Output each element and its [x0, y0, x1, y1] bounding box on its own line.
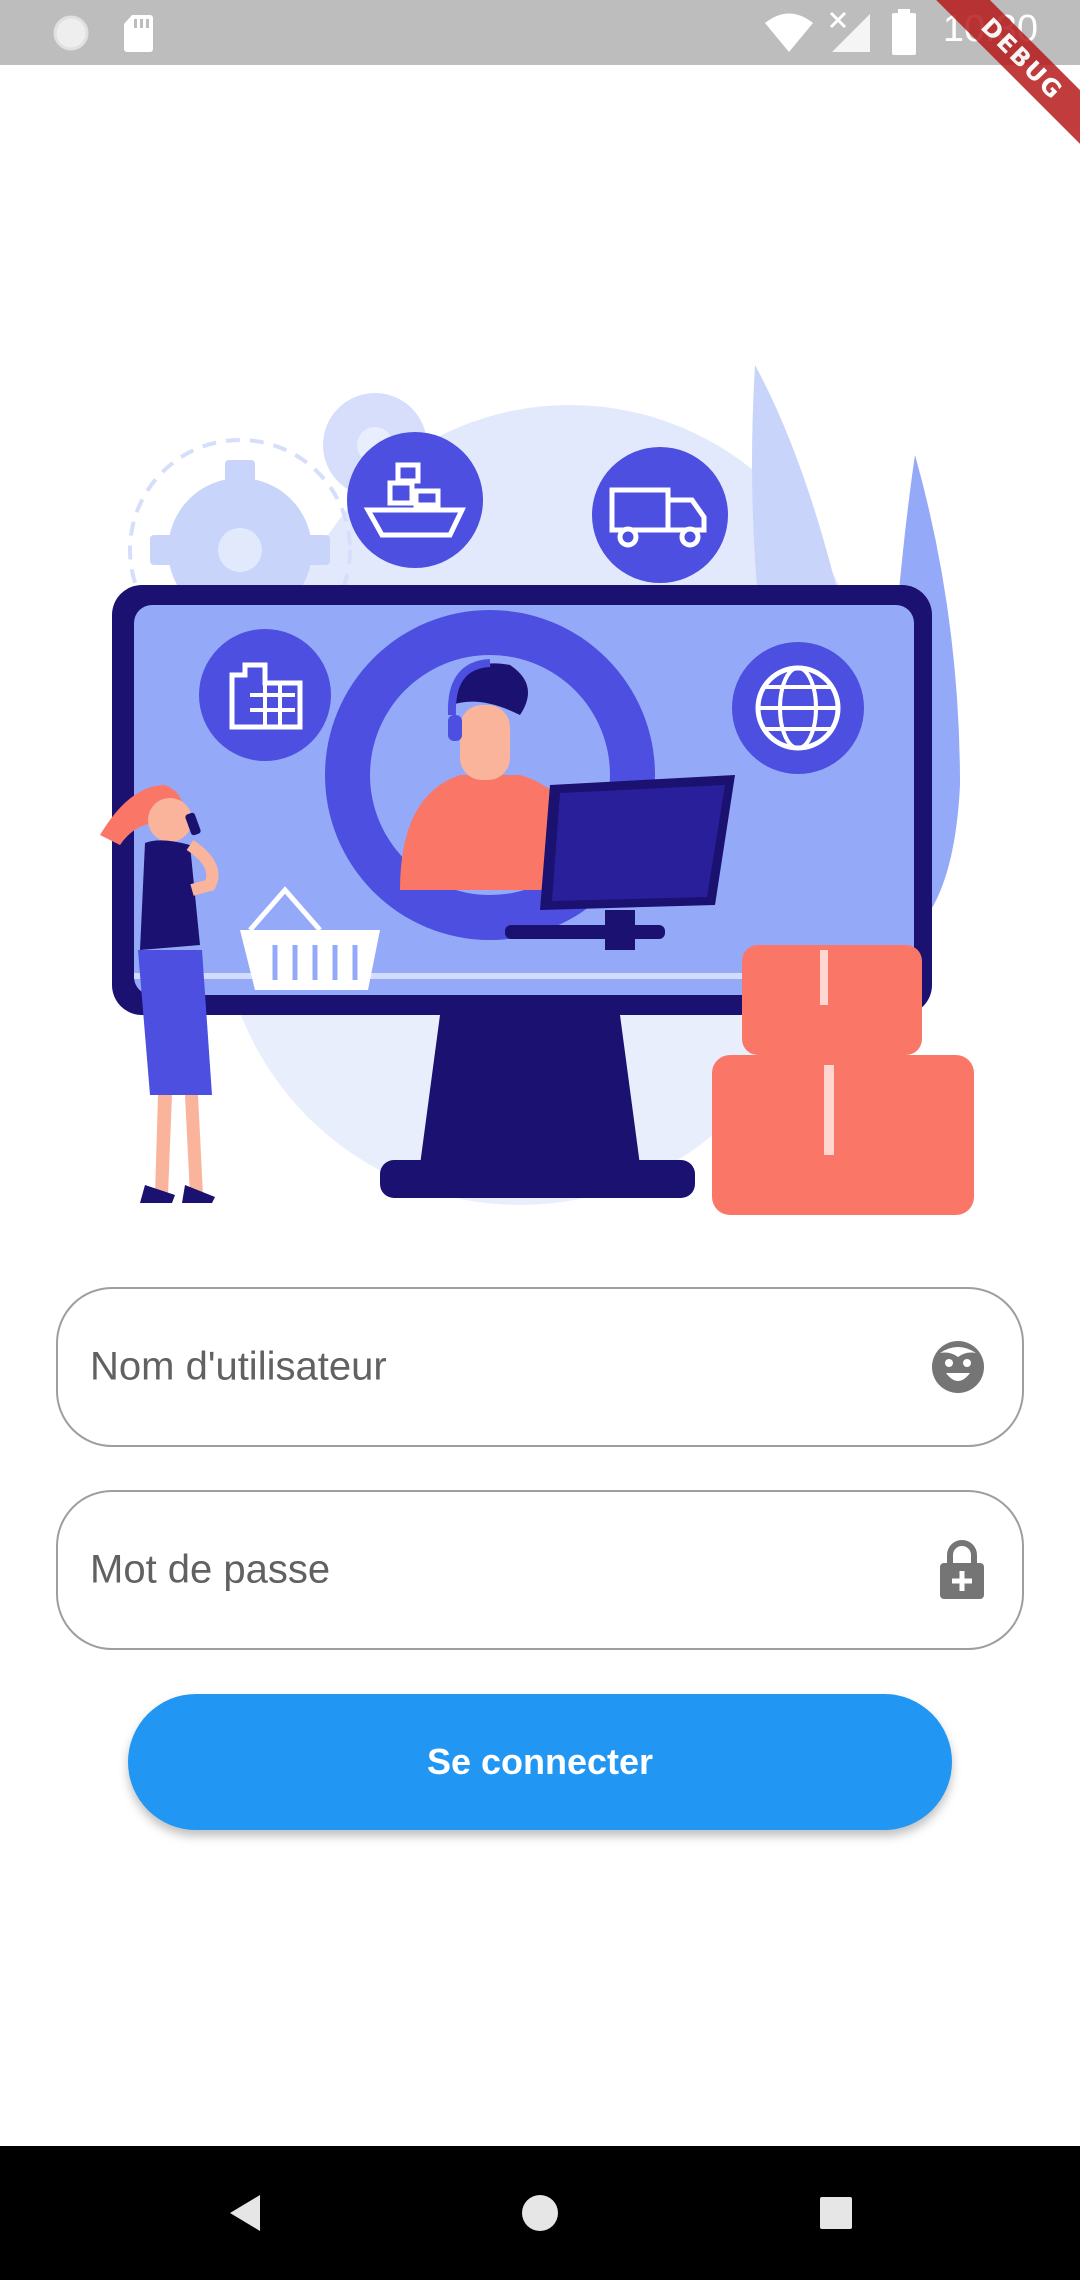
battery-icon	[892, 9, 916, 55]
lock-plus-icon[interactable]	[938, 1539, 986, 1601]
password-placeholder: Mot de passe	[90, 1547, 331, 1592]
back-button[interactable]	[174, 2146, 314, 2280]
face-icon[interactable]	[930, 1339, 986, 1395]
logistics-illustration	[100, 365, 974, 1215]
circle-icon	[53, 15, 89, 51]
username-field[interactable]: Nom d'utilisateur	[56, 1287, 1024, 1447]
login-button-label: Se connecter	[426, 1741, 654, 1782]
boxes-icon	[712, 945, 974, 1215]
truck-icon	[592, 447, 728, 583]
login-screen: 10:30 DEBUG Nom d'utilisateur Mot de pas…	[0, 0, 1080, 2280]
status-time: 10:30	[942, 8, 1038, 50]
sd-card-icon	[124, 15, 153, 52]
navigation-bar	[0, 2146, 1080, 2280]
recents-button[interactable]	[766, 2146, 906, 2280]
factory-icon	[199, 629, 331, 761]
login-button[interactable]: Se connecter	[128, 1694, 952, 1830]
home-icon	[522, 2195, 558, 2231]
username-placeholder: Nom d'utilisateur	[90, 1344, 387, 1389]
wifi-icon	[765, 13, 813, 52]
status-bar: 10:30	[0, 0, 1080, 65]
home-button[interactable]	[470, 2146, 610, 2280]
no-signal-icon	[829, 11, 870, 52]
globe-icon	[732, 642, 864, 774]
password-field[interactable]: Mot de passe	[56, 1490, 1024, 1650]
ship-icon	[347, 432, 483, 568]
recents-icon	[820, 2197, 852, 2229]
back-icon	[230, 2195, 260, 2231]
